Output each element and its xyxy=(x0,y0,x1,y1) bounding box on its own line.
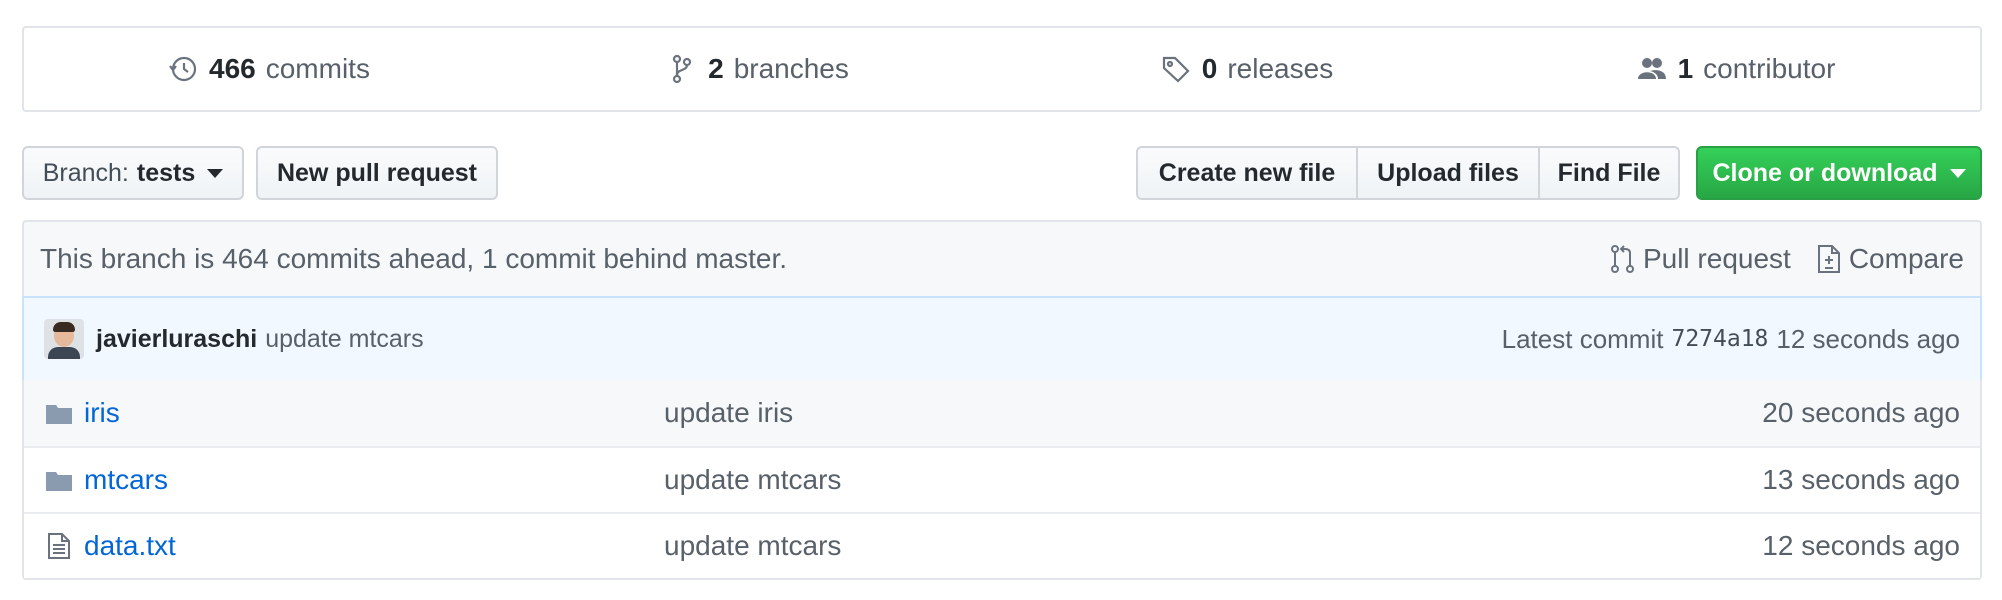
branch-select-button[interactable]: Branch: tests xyxy=(22,146,244,200)
file-name-link[interactable]: iris xyxy=(84,397,664,429)
branch-comparison-bar: This branch is 464 commits ahead, 1 comm… xyxy=(22,220,1982,298)
people-icon xyxy=(1637,58,1666,79)
branches-count: 2 xyxy=(708,53,724,84)
file-name-link[interactable]: data.txt xyxy=(84,530,664,562)
branches-label: branches xyxy=(733,53,849,84)
file-age: 20 seconds ago xyxy=(1762,397,1960,428)
file-commit-message-link[interactable]: update mtcars xyxy=(664,530,1762,562)
compare-link[interactable]: Compare xyxy=(1815,243,1964,275)
clone-or-download-label: Clone or download xyxy=(1712,158,1938,187)
commit-sha-link[interactable]: 7274a18 xyxy=(1671,324,1768,355)
clone-or-download-button[interactable]: Clone or download xyxy=(1696,146,1982,200)
create-new-file-button[interactable]: Create new file xyxy=(1136,146,1358,200)
commits-stat[interactable]: 466 commits xyxy=(24,53,513,85)
table-row: iris update iris 20 seconds ago xyxy=(24,380,1980,446)
table-row: mtcars update mtcars 13 seconds ago xyxy=(24,446,1980,512)
pull-request-label: Pull request xyxy=(1642,243,1791,274)
compare-label: Compare xyxy=(1848,243,1964,274)
file-commit-message-link[interactable]: update iris xyxy=(664,397,1762,429)
releases-label: releases xyxy=(1227,53,1334,84)
commit-message-link[interactable]: update mtcars xyxy=(265,325,1501,354)
chevron-down-icon xyxy=(207,168,224,178)
file-age: 12 seconds ago xyxy=(1762,530,1960,561)
find-file-button[interactable]: Find File xyxy=(1540,146,1680,200)
chevron-down-icon xyxy=(1949,168,1966,178)
table-row: data.txt update mtcars 12 seconds ago xyxy=(24,512,1980,578)
branch-icon xyxy=(673,54,692,84)
file-name-link[interactable]: mtcars xyxy=(84,464,664,496)
repo-stats-bar: 466 commits 2 branches 0 releases 1 cont… xyxy=(22,26,1982,112)
contributors-count: 1 xyxy=(1677,53,1694,84)
upload-files-button[interactable]: Upload files xyxy=(1358,146,1540,200)
pull-request-link[interactable]: Pull request xyxy=(1609,243,1791,275)
contributors-label: contributor xyxy=(1703,53,1836,84)
folder-icon xyxy=(44,398,74,428)
file-list: iris update iris 20 seconds ago mtcars u… xyxy=(22,380,1982,580)
new-pull-request-button[interactable]: New pull request xyxy=(256,146,498,200)
compare-icon xyxy=(1817,245,1840,273)
repo-overview: 466 commits 2 branches 0 releases 1 cont… xyxy=(0,0,2002,600)
commits-count: 466 xyxy=(209,53,256,84)
branch-status-message: This branch is 464 commits ahead, 1 comm… xyxy=(40,243,788,274)
tag-icon xyxy=(1162,56,1190,83)
releases-count: 0 xyxy=(1201,53,1218,84)
file-commit-message-link[interactable]: update mtcars xyxy=(664,464,1762,496)
branch-name: tests xyxy=(136,158,196,187)
branches-stat[interactable]: 2 branches xyxy=(513,53,1002,85)
file-text-icon xyxy=(44,531,74,561)
file-age: 13 seconds ago xyxy=(1762,464,1960,495)
contributors-stat[interactable]: 1 contributor xyxy=(1491,53,1980,85)
avatar-hair xyxy=(53,322,75,332)
releases-stat[interactable]: 0 releases xyxy=(1002,53,1491,85)
latest-commit-bar: javierluraschi update mtcars Latest comm… xyxy=(22,296,1982,382)
avatar[interactable] xyxy=(44,319,84,359)
commit-time: 12 seconds ago xyxy=(1776,323,1960,354)
latest-commit-label: Latest commit xyxy=(1501,323,1664,354)
commits-label: commits xyxy=(265,53,370,84)
latest-commit-info: Latest commit 7274a18 12 seconds ago xyxy=(1502,324,1960,355)
pull-request-icon xyxy=(1610,245,1634,273)
commit-author-link[interactable]: javierluraschi xyxy=(96,325,257,354)
avatar-body xyxy=(48,347,80,359)
history-icon xyxy=(169,56,197,82)
branch-prefix: Branch: xyxy=(42,158,129,187)
folder-icon xyxy=(44,465,74,495)
